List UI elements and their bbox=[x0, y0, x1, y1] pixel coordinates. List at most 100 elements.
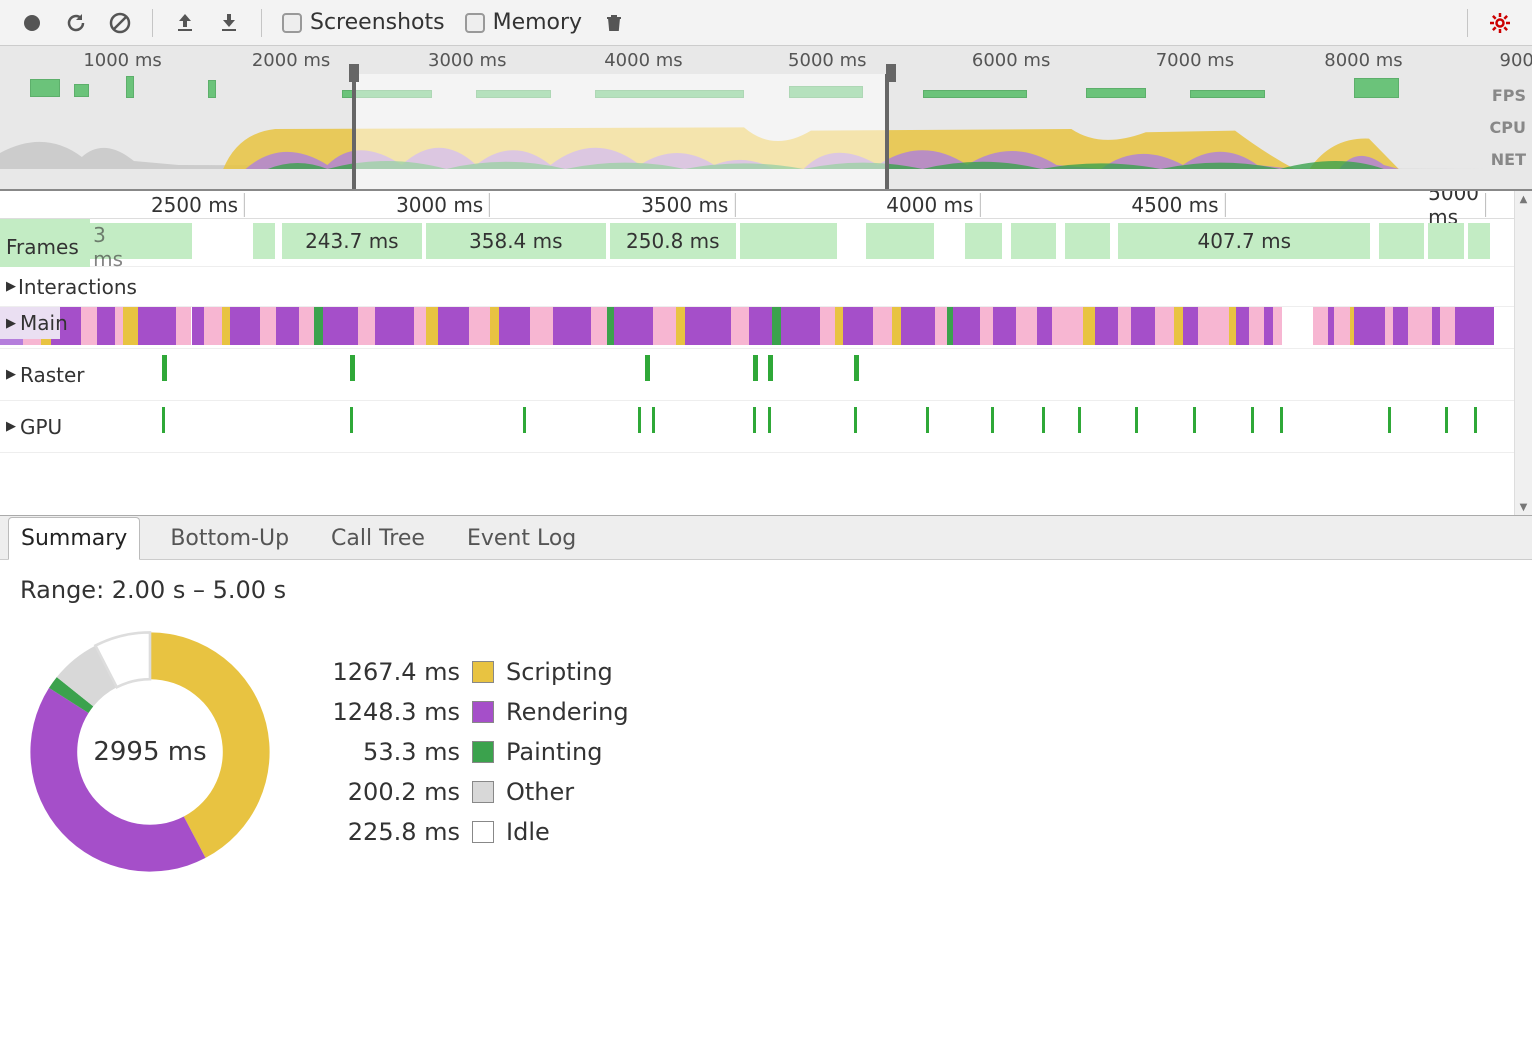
overview-strip[interactable]: 1000 ms 2000 ms 3000 ms 4000 ms 5000 ms … bbox=[0, 46, 1532, 191]
main-task[interactable] bbox=[1131, 307, 1156, 345]
gpu-event[interactable] bbox=[991, 407, 994, 433]
frame-block[interactable]: 243.7 ms bbox=[282, 223, 423, 259]
tab-event-log[interactable]: Event Log bbox=[455, 518, 588, 559]
main-task[interactable] bbox=[1236, 307, 1248, 345]
main-task[interactable] bbox=[1249, 307, 1264, 345]
frame-block[interactable] bbox=[1011, 223, 1057, 259]
main-task[interactable] bbox=[614, 307, 652, 345]
timeline-panel[interactable]: 2500 ms 3000 ms 3500 ms 4000 ms 4500 ms … bbox=[0, 191, 1532, 516]
main-task[interactable] bbox=[375, 307, 413, 345]
main-task[interactable] bbox=[1037, 307, 1052, 345]
timeline-interactions-row[interactable]: ▶ Interactions bbox=[0, 267, 1532, 307]
raster-event[interactable] bbox=[768, 355, 773, 381]
main-task[interactable] bbox=[1273, 307, 1282, 345]
main-task[interactable] bbox=[230, 307, 261, 345]
main-task[interactable] bbox=[192, 307, 204, 345]
gpu-event[interactable] bbox=[926, 407, 929, 433]
main-task[interactable] bbox=[731, 307, 749, 345]
main-task[interactable] bbox=[1313, 307, 1328, 345]
main-task[interactable] bbox=[1354, 307, 1385, 345]
main-task[interactable] bbox=[299, 307, 314, 345]
raster-event[interactable] bbox=[753, 355, 758, 381]
tab-summary[interactable]: Summary bbox=[8, 517, 140, 560]
selection-handle-right[interactable] bbox=[886, 64, 896, 82]
main-task[interactable] bbox=[1408, 307, 1433, 345]
main-task[interactable] bbox=[123, 307, 138, 345]
gpu-event[interactable] bbox=[768, 407, 771, 433]
main-task[interactable] bbox=[222, 307, 230, 345]
frame-block[interactable] bbox=[1428, 223, 1465, 259]
main-task[interactable] bbox=[676, 307, 685, 345]
main-task[interactable] bbox=[953, 307, 981, 345]
main-task[interactable] bbox=[892, 307, 901, 345]
timeline-raster-row[interactable]: ▶ Raster bbox=[0, 349, 1532, 401]
main-task[interactable] bbox=[901, 307, 935, 345]
main-task[interactable] bbox=[1455, 307, 1493, 345]
main-task[interactable] bbox=[414, 307, 426, 345]
raster-event[interactable] bbox=[350, 355, 355, 381]
tab-call-tree[interactable]: Call Tree bbox=[319, 518, 437, 559]
gpu-event[interactable] bbox=[1445, 407, 1448, 433]
main-task[interactable] bbox=[1095, 307, 1118, 345]
main-task[interactable] bbox=[843, 307, 874, 345]
main-task[interactable] bbox=[97, 307, 115, 345]
timeline-frames-row[interactable]: Frames 3 ms 243.7 ms358.4 ms250.8 ms407.… bbox=[0, 219, 1532, 267]
main-task[interactable] bbox=[1393, 307, 1408, 345]
gpu-event[interactable] bbox=[854, 407, 857, 433]
main-task[interactable] bbox=[873, 307, 891, 345]
main-task[interactable] bbox=[314, 307, 323, 345]
main-task[interactable] bbox=[1155, 307, 1173, 345]
garbage-collect-button[interactable] bbox=[594, 3, 634, 43]
gpu-event[interactable] bbox=[523, 407, 526, 433]
main-task[interactable] bbox=[1083, 307, 1095, 345]
gpu-event[interactable] bbox=[1388, 407, 1391, 433]
main-task[interactable] bbox=[1174, 307, 1183, 345]
frame-block[interactable] bbox=[965, 223, 1003, 259]
gpu-event[interactable] bbox=[1078, 407, 1081, 433]
frame-block[interactable]: 407.7 ms bbox=[1118, 223, 1371, 259]
main-task[interactable] bbox=[1016, 307, 1037, 345]
main-task[interactable] bbox=[685, 307, 731, 345]
gpu-event[interactable] bbox=[162, 407, 165, 433]
main-task[interactable] bbox=[772, 307, 781, 345]
frame-block[interactable] bbox=[253, 223, 276, 259]
main-task[interactable] bbox=[530, 307, 553, 345]
main-task[interactable] bbox=[1118, 307, 1130, 345]
main-task[interactable] bbox=[935, 307, 947, 345]
main-task[interactable] bbox=[1385, 307, 1393, 345]
gpu-event[interactable] bbox=[350, 407, 353, 433]
main-task[interactable] bbox=[1432, 307, 1440, 345]
scroll-up-icon[interactable]: ▲ bbox=[1515, 191, 1532, 207]
main-task[interactable] bbox=[820, 307, 835, 345]
frame-block[interactable] bbox=[1379, 223, 1425, 259]
timeline-gpu-row[interactable]: ▶ GPU bbox=[0, 401, 1532, 453]
save-profile-button[interactable] bbox=[209, 3, 249, 43]
timeline-main-row[interactable]: ▶ Main bbox=[0, 307, 1532, 349]
main-task[interactable] bbox=[993, 307, 1016, 345]
main-task[interactable] bbox=[358, 307, 375, 345]
main-task[interactable] bbox=[438, 307, 469, 345]
main-task[interactable] bbox=[553, 307, 591, 345]
main-task[interactable] bbox=[1052, 307, 1083, 345]
gpu-event[interactable] bbox=[1135, 407, 1138, 433]
main-task[interactable] bbox=[81, 307, 96, 345]
main-task[interactable] bbox=[1334, 307, 1349, 345]
main-task[interactable] bbox=[1198, 307, 1229, 345]
main-task[interactable] bbox=[204, 307, 222, 345]
gpu-event[interactable] bbox=[753, 407, 756, 433]
main-task[interactable] bbox=[260, 307, 275, 345]
settings-button[interactable] bbox=[1480, 3, 1520, 43]
main-task[interactable] bbox=[323, 307, 358, 345]
frame-block[interactable] bbox=[740, 223, 838, 259]
record-button[interactable] bbox=[12, 3, 52, 43]
gpu-event[interactable] bbox=[1193, 407, 1196, 433]
raster-event[interactable] bbox=[162, 355, 167, 381]
gpu-event[interactable] bbox=[1280, 407, 1283, 433]
main-task[interactable] bbox=[653, 307, 676, 345]
frame-block[interactable]: 358.4 ms bbox=[426, 223, 607, 259]
scroll-down-icon[interactable]: ▼ bbox=[1515, 499, 1532, 515]
main-task[interactable] bbox=[835, 307, 843, 345]
load-profile-button[interactable] bbox=[165, 3, 205, 43]
tab-bottom-up[interactable]: Bottom-Up bbox=[158, 518, 301, 559]
frame-block[interactable] bbox=[1065, 223, 1111, 259]
